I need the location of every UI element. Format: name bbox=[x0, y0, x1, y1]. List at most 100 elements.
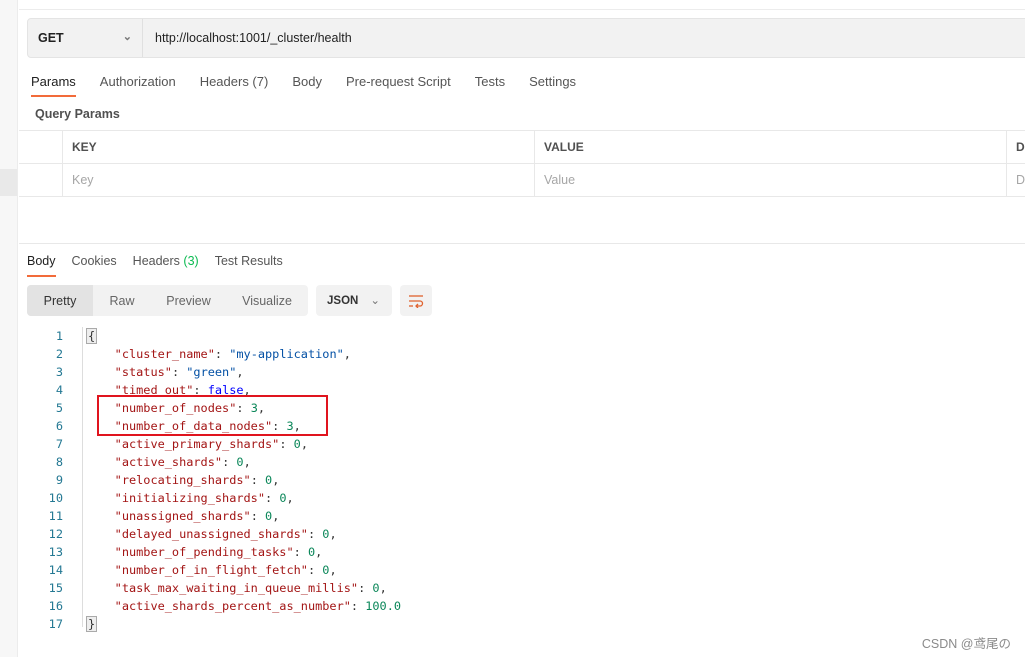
line-number: 14 bbox=[48, 563, 63, 577]
line-number: 12 bbox=[48, 527, 63, 541]
key-input[interactable]: Key bbox=[63, 164, 535, 196]
json-comma: , bbox=[379, 581, 387, 595]
json-value: 100.0 bbox=[365, 599, 402, 613]
json-quote: " bbox=[257, 491, 266, 505]
json-line: "task_max_waiting_in_queue_millis": 0, bbox=[86, 579, 387, 597]
headers-count: (3) bbox=[183, 254, 199, 268]
json-quote: " bbox=[114, 563, 122, 577]
tab-headers[interactable]: Headers (7) bbox=[200, 74, 269, 96]
tab-authorization[interactable]: Authorization bbox=[100, 74, 176, 96]
query-params-title: Query Params bbox=[35, 107, 120, 121]
view-pretty-button[interactable]: Pretty bbox=[27, 285, 93, 316]
json-quote: " bbox=[350, 581, 359, 595]
json-line: "initializing_shards": 0, bbox=[86, 489, 294, 507]
query-params-table: KEY VALUE D Key Value D bbox=[19, 130, 1025, 197]
json-line: "relocating_shards": 0, bbox=[86, 471, 280, 489]
json-quote: " bbox=[286, 545, 294, 559]
line-number: 9 bbox=[55, 473, 63, 487]
line-number: 3 bbox=[55, 365, 63, 379]
json-value: "green" bbox=[186, 365, 237, 379]
json-colon: : bbox=[293, 545, 308, 559]
json-colon: : bbox=[265, 491, 280, 505]
json-quote: " bbox=[243, 509, 251, 523]
json-key: unassigned_shards bbox=[121, 509, 244, 523]
tab-test-results[interactable]: Test Results bbox=[215, 254, 283, 275]
json-value: 0 bbox=[372, 581, 380, 595]
json-quote: " bbox=[114, 365, 122, 379]
checkbox-cell bbox=[19, 164, 63, 196]
json-colon: : bbox=[214, 347, 230, 361]
request-tabs: Params Authorization Headers (7) Body Pr… bbox=[31, 74, 600, 97]
json-comma: , bbox=[329, 527, 337, 541]
json-line: "number_of_in_flight_fetch": 0, bbox=[86, 561, 337, 579]
line-number: 5 bbox=[55, 401, 63, 415]
json-key: status bbox=[121, 365, 165, 379]
json-line: "active_primary_shards": 0, bbox=[86, 435, 308, 453]
json-quote: " bbox=[207, 347, 215, 361]
tab-params[interactable]: Params bbox=[31, 74, 76, 97]
json-key: cluster_name bbox=[121, 347, 208, 361]
top-divider bbox=[19, 9, 1025, 10]
description-input[interactable]: D bbox=[1007, 164, 1025, 196]
sidebar-selected-item[interactable] bbox=[0, 169, 17, 196]
response-tabs: Body Cookies Headers (3) Test Results bbox=[27, 254, 299, 277]
line-number: 2 bbox=[55, 347, 63, 361]
table-header-row: KEY VALUE D bbox=[19, 131, 1025, 164]
column-key: KEY bbox=[63, 131, 535, 163]
view-visualize-button[interactable]: Visualize bbox=[226, 285, 308, 316]
table-row: Key Value D bbox=[19, 164, 1025, 197]
format-select[interactable]: JSON ⌄ bbox=[316, 285, 392, 316]
tab-tests[interactable]: Tests bbox=[475, 74, 505, 96]
json-colon: : bbox=[222, 455, 237, 469]
json-key: active_shards_percent_as_number bbox=[121, 599, 344, 613]
json-quote: " bbox=[114, 437, 122, 451]
tab-body[interactable]: Body bbox=[292, 74, 322, 96]
watermark: CSDN @鸢尾の bbox=[921, 637, 1011, 651]
json-quote: " bbox=[164, 365, 172, 379]
json-comma: , bbox=[300, 437, 308, 451]
json-colon: : bbox=[307, 527, 323, 541]
pane-divider[interactable] bbox=[19, 243, 1025, 244]
tab-response-headers[interactable]: Headers (3) bbox=[133, 254, 199, 275]
tab-cookies[interactable]: Cookies bbox=[72, 254, 117, 275]
json-line: "cluster_name": "my-application", bbox=[86, 345, 351, 363]
wrap-lines-button[interactable] bbox=[400, 285, 432, 316]
line-number: 17 bbox=[48, 617, 63, 631]
method-select[interactable]: GET ⌄ bbox=[28, 19, 143, 57]
json-comma: , bbox=[343, 347, 351, 361]
view-raw-button[interactable]: Raw bbox=[93, 285, 151, 316]
chevron-down-icon: ⌄ bbox=[122, 31, 132, 43]
json-line: "delayed_unassigned_shards": 0, bbox=[86, 525, 337, 543]
json-quote: " bbox=[114, 545, 122, 559]
highlight-box bbox=[97, 395, 328, 436]
line-number: 10 bbox=[48, 491, 63, 505]
view-preview-button[interactable]: Preview bbox=[151, 285, 226, 316]
json-quote: " bbox=[114, 509, 122, 523]
chevron-down-icon: ⌄ bbox=[370, 295, 380, 307]
json-colon: : bbox=[250, 509, 266, 523]
json-value: "my-application" bbox=[229, 347, 344, 361]
json-colon: : bbox=[307, 563, 323, 577]
checkbox-column bbox=[19, 131, 63, 163]
open-brace: { bbox=[86, 328, 98, 344]
tab-settings[interactable]: Settings bbox=[529, 74, 576, 96]
json-comma: , bbox=[243, 455, 251, 469]
line-number: 6 bbox=[55, 419, 63, 433]
view-mode-segmented: Pretty Raw Preview Visualize bbox=[27, 285, 308, 316]
json-comma: , bbox=[315, 545, 323, 559]
wrap-lines-icon bbox=[409, 294, 424, 308]
json-comma: , bbox=[236, 365, 244, 379]
json-quote: " bbox=[300, 527, 308, 541]
json-key: initializing_shards bbox=[121, 491, 258, 505]
json-colon: : bbox=[350, 599, 366, 613]
json-line: "active_shards_percent_as_number": 100.0 bbox=[86, 597, 401, 615]
value-input[interactable]: Value bbox=[535, 164, 1007, 196]
line-number: 13 bbox=[48, 545, 63, 559]
json-line: } bbox=[86, 615, 98, 633]
sidebar-strip bbox=[0, 0, 18, 657]
url-input[interactable]: http://localhost:1001/_cluster/health bbox=[143, 31, 352, 45]
tab-pre-request-script[interactable]: Pre-request Script bbox=[346, 74, 451, 96]
json-comma: , bbox=[272, 473, 280, 487]
json-comma: , bbox=[286, 491, 294, 505]
tab-response-body[interactable]: Body bbox=[27, 254, 56, 277]
